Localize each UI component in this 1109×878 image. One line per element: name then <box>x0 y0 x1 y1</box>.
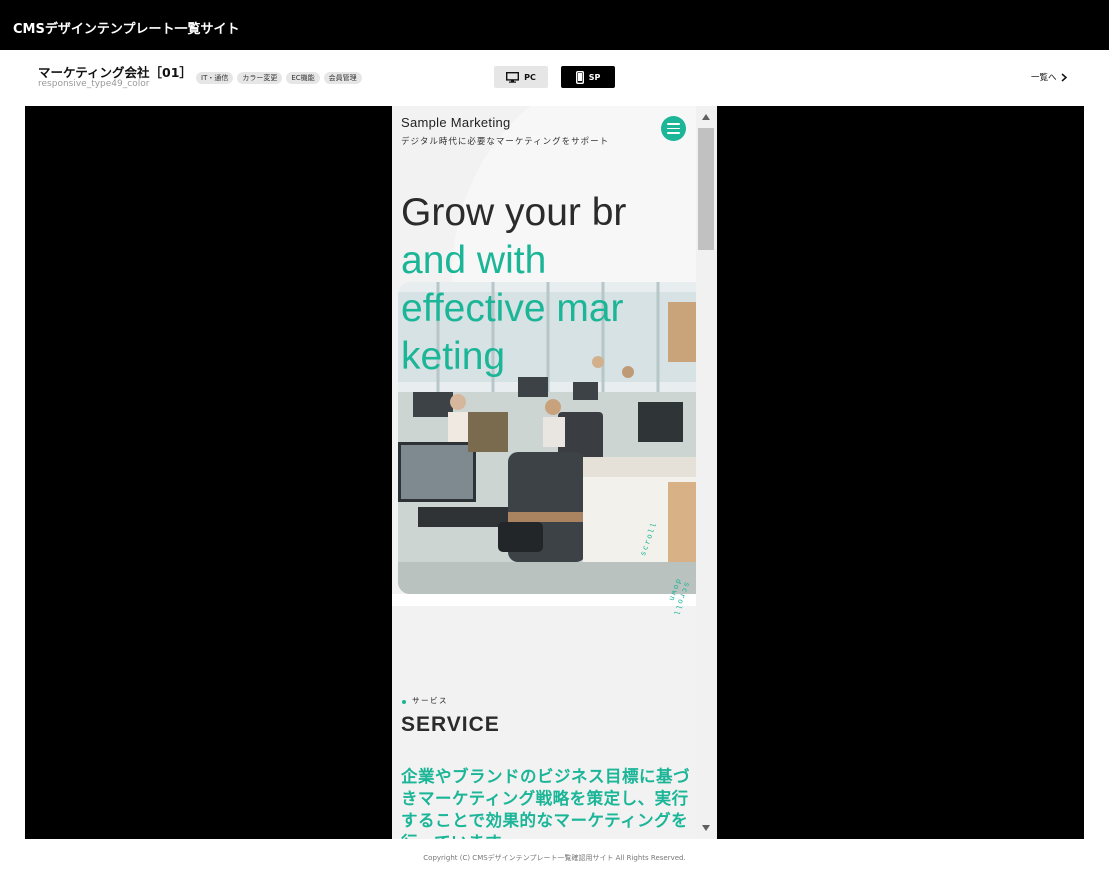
preview-area: Sample Marketing デジタル時代に必要なマーケティングをサポート … <box>25 106 1084 839</box>
brand-tagline: デジタル時代に必要なマーケティングをサポート <box>401 137 610 147</box>
smartphone-icon <box>575 70 584 84</box>
back-to-list-link[interactable]: 一覧へ <box>1031 71 1067 83</box>
hero-line-2: and with <box>401 239 547 282</box>
site-header: CMSデザインテンプレート一覧サイト <box>0 0 1109 50</box>
service-lead: 企業やブランドのビジネス目標に基づきマーケティング戦略を策定し、実行することで効… <box>401 767 690 839</box>
list-link-label: 一覧へ <box>1031 73 1057 83</box>
tag-color: カラー変更 <box>237 72 283 84</box>
hamburger-menu-icon[interactable] <box>661 116 686 141</box>
tag-it: IT・通信 <box>196 72 234 84</box>
footer-copyright: Copyright (C) CMSデザインテンプレート一覧確認用サイト All … <box>423 854 686 862</box>
chevron-right-icon <box>1061 72 1067 82</box>
preview-page[interactable]: Sample Marketing デジタル時代に必要なマーケティングをサポート … <box>392 106 696 839</box>
sp-label: SP <box>588 72 601 82</box>
pc-label: PC <box>524 72 536 82</box>
template-subtitle: responsive_type49_color <box>38 79 150 89</box>
template-info-bar: マーケティング会社［01］ responsive_type49_color IT… <box>0 50 1109 106</box>
service-kicker: サービス <box>412 696 448 705</box>
hero-line-4: keting <box>401 335 506 378</box>
smartphone-preview-frame: Sample Marketing デジタル時代に必要なマーケティングをサポート … <box>392 106 717 839</box>
service-title: SERVICE <box>401 713 500 736</box>
hero-line-1: Grow your br <box>401 191 627 234</box>
tag-member: 会員管理 <box>323 72 362 84</box>
pc-view-button[interactable]: PC <box>494 66 548 88</box>
service-dot <box>402 700 406 704</box>
tag-ec: EC機能 <box>286 72 320 84</box>
brand-name[interactable]: Sample Marketing <box>401 115 511 130</box>
scrollbar-thumb[interactable] <box>698 128 714 250</box>
hero-bottom-band <box>392 594 696 606</box>
monitor-icon <box>506 71 520 83</box>
template-tags: IT・通信 カラー変更 EC機能 会員管理 <box>196 72 362 84</box>
hero-line-3: effective mar <box>401 287 624 330</box>
site-title[interactable]: CMSデザインテンプレート一覧サイト <box>13 22 239 37</box>
scroll-down-arrow-icon[interactable] <box>702 825 710 831</box>
sp-view-button[interactable]: SP <box>561 66 615 88</box>
scroll-up-arrow-icon[interactable] <box>702 114 710 120</box>
